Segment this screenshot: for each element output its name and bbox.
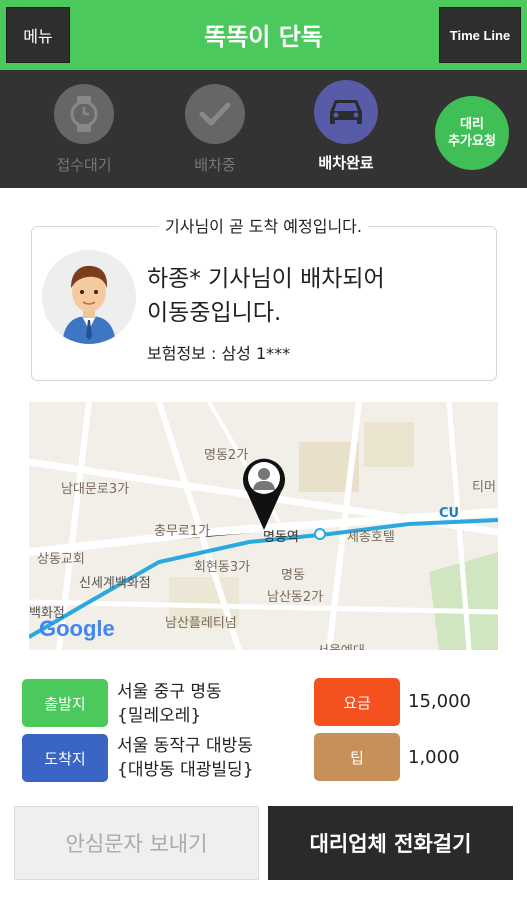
map-label: CU — [439, 506, 460, 521]
map-label: 충무로1가 — [154, 524, 211, 539]
arrival-notice-text: 기사님이 곧 도착 예정입니다. — [159, 217, 368, 236]
watch-icon — [54, 84, 114, 144]
dispatch-status-bar: 접수대기 배차중 배차완료 대리 추가요청 — [0, 70, 527, 188]
driver-status-line1: 하종* 기사님이 배차되어 — [147, 266, 385, 292]
arrival-tag: 도착지 — [22, 734, 108, 782]
step-label: 배차완료 — [318, 154, 374, 172]
extra-driver-request-button[interactable]: 대리 추가요청 — [435, 96, 509, 170]
app-header: 메뉴 똑똑이 단독 Time Line — [0, 0, 527, 70]
check-icon — [185, 84, 245, 144]
step-label: 접수대기 — [56, 156, 112, 174]
map-label: 남산동2가 — [267, 590, 324, 605]
timeline-button[interactable]: Time Line — [439, 7, 521, 63]
map-label: 회현동3가 — [194, 560, 251, 575]
google-logo: Google — [39, 616, 115, 641]
driver-location-pin-icon — [239, 452, 289, 532]
step-waiting: 접수대기 — [39, 84, 129, 175]
extra-request-line2: 추가요청 — [448, 134, 496, 149]
fee-tag: 요금 — [314, 678, 400, 726]
departure-address-line1: 서울 중구 명동 — [117, 682, 222, 702]
call-company-button[interactable]: 대리업체 전화걸기 — [268, 806, 513, 880]
arrival-address: 서울 동작구 대방동 {대방동 대광빌딩} — [117, 734, 254, 782]
departure-tag: 출발지 — [22, 679, 108, 727]
insurance-info: 보험정보 : 삼성 1*** — [147, 344, 291, 363]
departure-address-line2: {밀레오레} — [117, 706, 202, 726]
location-map[interactable]: 명동2가 남대문로3가 충무로1가 명동역 세종호텔 상동교회 회현동3가 신세… — [29, 402, 498, 650]
map-label: 세종호텔 — [347, 530, 395, 545]
tip-value: 1,000 — [408, 747, 460, 768]
arrival-address-line1: 서울 동작구 대방동 — [117, 736, 253, 756]
map-label: 남산플레티넘 — [165, 616, 237, 631]
map-label: 신세계백화점 — [79, 576, 151, 591]
tip-tag: 팁 — [314, 733, 400, 781]
map-label: 티머 — [472, 480, 496, 495]
safe-message-button[interactable]: 안심문자 보내기 — [14, 806, 259, 880]
fee-value: 15,000 — [408, 691, 471, 712]
step-dispatched: 배차완료 — [301, 80, 391, 173]
car-icon — [314, 80, 378, 144]
driver-status-line2: 이동중입니다. — [147, 300, 282, 326]
extra-request-line1: 대리 — [460, 117, 484, 132]
map-label: 남대문로3가 — [61, 482, 130, 497]
arrival-notice: 기사님이 곧 도착 예정입니다. — [0, 213, 527, 237]
step-label: 배차중 — [194, 156, 236, 174]
departure-address: 서울 중구 명동 {밀레오레} — [117, 680, 222, 728]
map-label: 서울예대 — [317, 640, 365, 650]
map-label: 상동교회 — [37, 552, 85, 567]
driver-info-card: 하종* 기사님이 배차되어 이동중입니다. 보험정보 : 삼성 1*** — [31, 226, 497, 381]
step-dispatching: 배차중 — [170, 84, 260, 175]
driver-avatar — [42, 250, 136, 344]
arrival-address-line2: {대방동 대광빌딩} — [117, 760, 254, 780]
map-label: 명동 — [281, 568, 305, 583]
